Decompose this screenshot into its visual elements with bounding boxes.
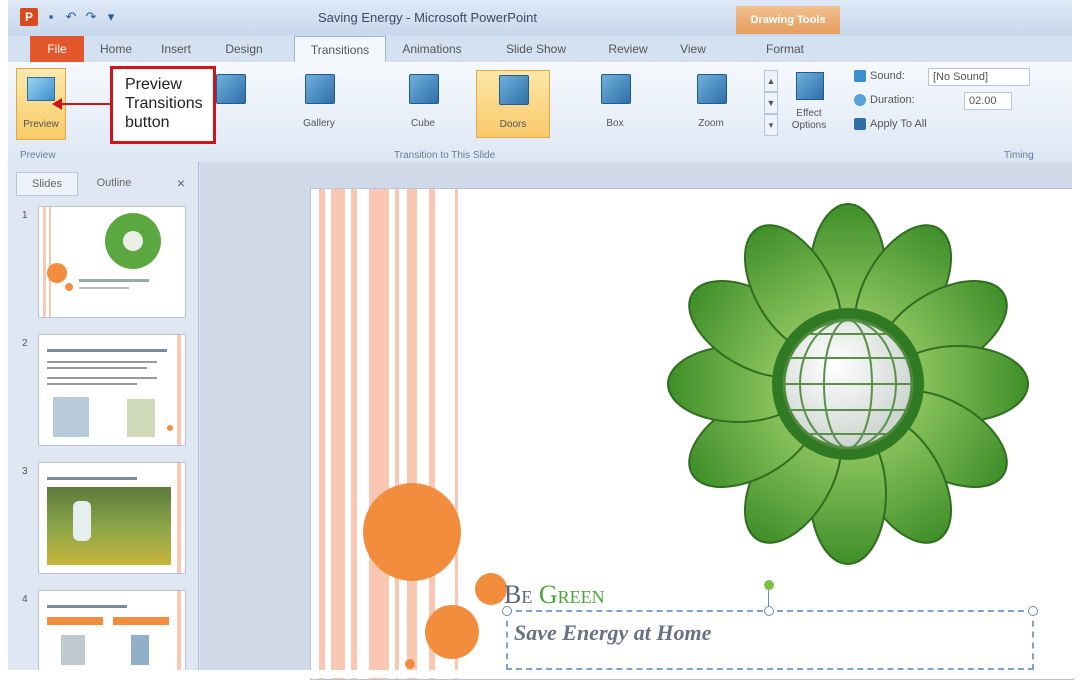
tab-insert[interactable]: Insert	[148, 36, 204, 62]
tab-transitions[interactable]: Transitions	[294, 36, 386, 63]
slide-title[interactable]: Be Green	[504, 580, 605, 610]
preview-transitions-callout: Preview Transitions button	[110, 66, 216, 144]
zoom-icon	[697, 74, 727, 104]
transition-doors[interactable]: Doors	[476, 70, 550, 138]
slide-number: 3	[22, 466, 28, 477]
transition-gallery[interactable]: Gallery	[290, 70, 348, 136]
tab-format[interactable]: Format	[752, 36, 818, 62]
tab-slides[interactable]: Slides	[16, 172, 78, 196]
decorative-stripe	[351, 189, 357, 679]
decorative-stripe	[407, 189, 417, 679]
slide-thumbnail-3[interactable]	[38, 462, 186, 574]
decorative-stripe	[429, 189, 435, 679]
rotation-handle[interactable]	[764, 580, 774, 590]
effect-options-button[interactable]: Effect Options	[784, 68, 834, 138]
tab-file[interactable]: File	[30, 36, 84, 62]
decorative-stripe	[395, 189, 399, 679]
sound-label: Sound:	[854, 70, 905, 83]
title-text-green: Green	[538, 580, 605, 609]
preview-label: Preview	[23, 119, 59, 130]
tab-review[interactable]: Review	[600, 36, 656, 62]
undo-icon[interactable]: ↶	[62, 8, 80, 26]
transition-zoom[interactable]: Zoom	[682, 70, 740, 136]
powerpoint-logo-icon[interactable]: P	[20, 8, 38, 26]
apply-to-all-icon	[854, 118, 866, 131]
callout-line-3: button	[125, 114, 170, 131]
window-title: Saving Energy - Microsoft PowerPoint	[318, 10, 537, 25]
tab-view[interactable]: View	[670, 36, 716, 62]
preview-group-label: Preview	[20, 150, 56, 161]
title-bar	[8, 0, 1072, 36]
slide-thumbnail-1[interactable]	[38, 206, 186, 318]
timing-group-label: Timing	[1004, 150, 1034, 161]
callout-line	[60, 103, 112, 105]
transition-cube[interactable]: Cube	[394, 70, 452, 136]
apply-to-all-label: Apply To All	[870, 118, 927, 130]
page-edge	[0, 670, 1080, 678]
drawing-tools-context-label: Drawing Tools	[736, 6, 840, 34]
box-icon	[601, 74, 631, 104]
redo-icon[interactable]: ↷	[82, 8, 100, 26]
transition-label: Gallery	[303, 118, 335, 129]
transition-label: Box	[606, 118, 624, 129]
orange-circle	[425, 605, 479, 659]
duration-icon	[854, 94, 866, 107]
customize-qat-icon[interactable]: ▾	[102, 8, 120, 26]
tab-animations[interactable]: Animations	[392, 36, 472, 62]
resize-handle[interactable]	[764, 606, 774, 616]
close-icon[interactable]: ×	[172, 172, 190, 194]
tab-home[interactable]: Home	[88, 36, 144, 62]
callout-arrow-icon	[52, 98, 62, 110]
transition-label: Zoom	[698, 118, 724, 129]
transition-group-label: Transition to This Slide	[394, 150, 496, 161]
slide-thumbnail-2[interactable]	[38, 334, 186, 446]
duration-label: Duration:	[854, 94, 915, 107]
orange-circle	[363, 483, 461, 581]
gallery-scroll-up-icon[interactable]: ▲	[764, 70, 778, 92]
slide-number: 4	[22, 594, 28, 605]
transition-box[interactable]: Box	[586, 70, 644, 136]
resize-handle[interactable]	[502, 606, 512, 616]
preview-icon	[27, 77, 55, 101]
current-slide[interactable]	[310, 188, 1074, 680]
slide-thumbnail-4[interactable]	[38, 590, 186, 670]
decorative-stripe	[319, 189, 325, 679]
subtitle-text[interactable]: Save Energy at Home	[514, 620, 711, 646]
gallery-icon	[305, 74, 335, 104]
tab-outline[interactable]: Outline	[82, 172, 146, 194]
effect-options-label: Effect Options	[791, 108, 827, 131]
callout-line-2: Transitions	[125, 95, 203, 112]
tab-design[interactable]: Design	[214, 36, 274, 62]
tab-slide-show[interactable]: Slide Show	[494, 36, 578, 62]
callout-line-1: Preview	[125, 76, 182, 93]
cube-icon	[409, 74, 439, 104]
transition-label: Cube	[411, 118, 435, 129]
duration-label-text: Duration:	[870, 94, 915, 106]
save-icon[interactable]: ▪	[42, 8, 60, 26]
transition-label: Doors	[499, 119, 527, 130]
effect-options-icon	[796, 72, 824, 100]
slide-number: 1	[22, 210, 28, 221]
sound-icon	[854, 70, 866, 83]
resize-handle[interactable]	[1028, 606, 1038, 616]
title-text-be: Be	[504, 580, 539, 609]
rotation-handle-line	[768, 590, 769, 606]
duration-input[interactable]: 02.00	[964, 92, 1012, 110]
orange-circle	[475, 573, 507, 605]
orange-circle	[405, 659, 415, 669]
decorative-stripe	[369, 189, 389, 679]
gallery-scroll-down-icon[interactable]: ▼	[764, 92, 778, 114]
green-globe-flower-image[interactable]	[663, 199, 1033, 569]
sound-select[interactable]: [No Sound]	[928, 68, 1030, 86]
sound-label-text: Sound:	[870, 70, 905, 82]
slide-number: 2	[22, 338, 28, 349]
page-edge	[1072, 0, 1080, 678]
gallery-more-icon[interactable]: ▾	[764, 114, 778, 136]
apply-to-all-button[interactable]: Apply To All	[854, 118, 927, 131]
doors-icon	[499, 75, 529, 105]
transition-icon	[216, 74, 246, 104]
decorative-stripe	[331, 189, 345, 679]
